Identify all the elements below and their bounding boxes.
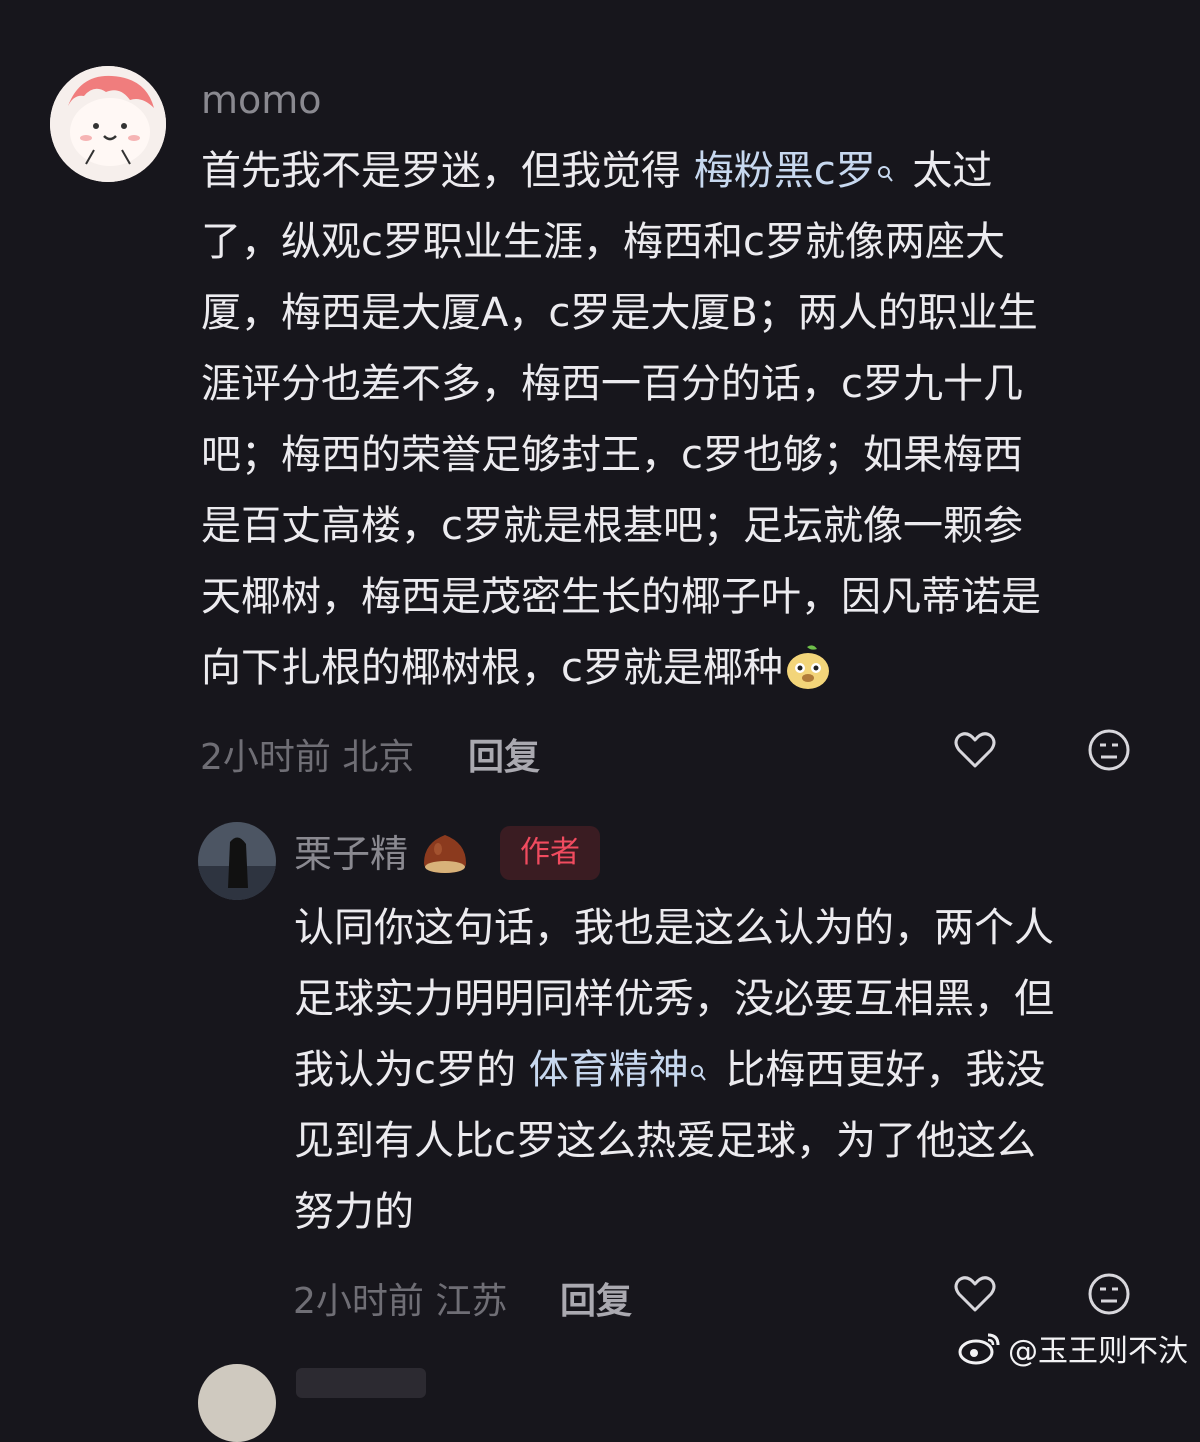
username-placeholder (296, 1368, 426, 1398)
comment-body: 首先我不是罗迷，但我觉得 梅粉黑c罗 太过 了，纵观c罗职业生涯，梅西和c罗就像… (201, 136, 1041, 704)
watermark-text: @玉王则不汏 (1008, 1334, 1188, 1369)
doge-sticker (783, 641, 833, 691)
comment-line: 了，纵观c罗职业生涯，梅西和c罗就像两座大 (201, 219, 1005, 265)
search-icon (689, 1035, 713, 1106)
comment-time-location: 2小时前 北京 (200, 737, 415, 778)
dislike-face-icon[interactable] (1085, 1270, 1133, 1318)
comment-line: 吧；梅西的荣誉足够封王，c罗也够；如果梅西 (201, 432, 1023, 478)
comment-time-location: 2小时前 江苏 (293, 1281, 508, 1322)
comment-body: 认同你这句话，我也是这么认为的，两个人 足球实力明明同样优秀，没必要互相黑，但 … (294, 893, 1054, 1248)
heart-outline-icon[interactable] (951, 726, 999, 774)
username[interactable]: 栗子精 (294, 832, 470, 876)
comment-line: 涯评分也差不多，梅西一百分的话，c罗九十几 (201, 361, 1023, 407)
avatar[interactable] (198, 1364, 276, 1442)
comment-line: 首先我不是罗迷，但我觉得 梅粉黑c罗 太过 (201, 136, 1041, 207)
username-text: 栗子精 (294, 832, 409, 876)
text-segment: 比梅西更好，我没 (712, 1047, 1046, 1093)
comment-line: 向下扎根的椰树根，c罗就是椰种 (201, 633, 1041, 704)
author-badge: 作者 (500, 826, 600, 880)
comment-line: 努力的 (294, 1189, 414, 1235)
comment-line: 见到有人比c罗这么热爱足球，为了他这么 (294, 1118, 1036, 1164)
search-link-label: 体育精神 (528, 1047, 689, 1093)
weibo-logo (958, 1331, 1002, 1365)
search-link[interactable]: 体育精神 (529, 1047, 713, 1093)
text-segment: 我认为c罗的 (294, 1047, 529, 1093)
avatar[interactable] (198, 822, 276, 900)
search-icon (876, 136, 900, 207)
avatar-photo-icon (198, 822, 276, 900)
comment-line: 我认为c罗的 体育精神 比梅西更好，我没 (294, 1035, 1054, 1106)
comment-line: 足球实力明明同样优秀，没必要互相黑，但 (294, 976, 1054, 1022)
reply-button[interactable]: 回复 (560, 1272, 632, 1324)
comment-line: 厦，梅西是大厦A，c罗是大厦B；两人的职业生 (201, 290, 1038, 336)
username[interactable]: momo (201, 78, 322, 122)
comment-line: 是百丈高楼，c罗就是根基吧；足坛就像一颗参 (201, 503, 1023, 549)
avatar[interactable] (50, 66, 166, 182)
dislike-face-icon[interactable] (1085, 726, 1133, 774)
chestnut-emoji (420, 833, 470, 875)
avatar-cartoon-icon (50, 66, 166, 182)
text-segment: 太过 (899, 148, 993, 194)
reply-button[interactable]: 回复 (468, 728, 540, 780)
comment-line: 认同你这句话，我也是这么认为的，两个人 (294, 905, 1054, 951)
heart-outline-icon[interactable] (951, 1270, 999, 1318)
text-segment: 首先我不是罗迷，但我觉得 (201, 148, 694, 194)
search-link[interactable]: 梅粉黑c罗 (694, 148, 900, 194)
text-segment: 向下扎根的椰树根，c罗就是椰种 (201, 645, 783, 691)
comment-line: 天椰树，梅西是茂密生长的椰子叶，因凡蒂诺是 (201, 574, 1041, 620)
watermark: @玉王则不汏 (958, 1326, 1188, 1370)
search-link-label: 梅粉黑c罗 (693, 148, 876, 194)
